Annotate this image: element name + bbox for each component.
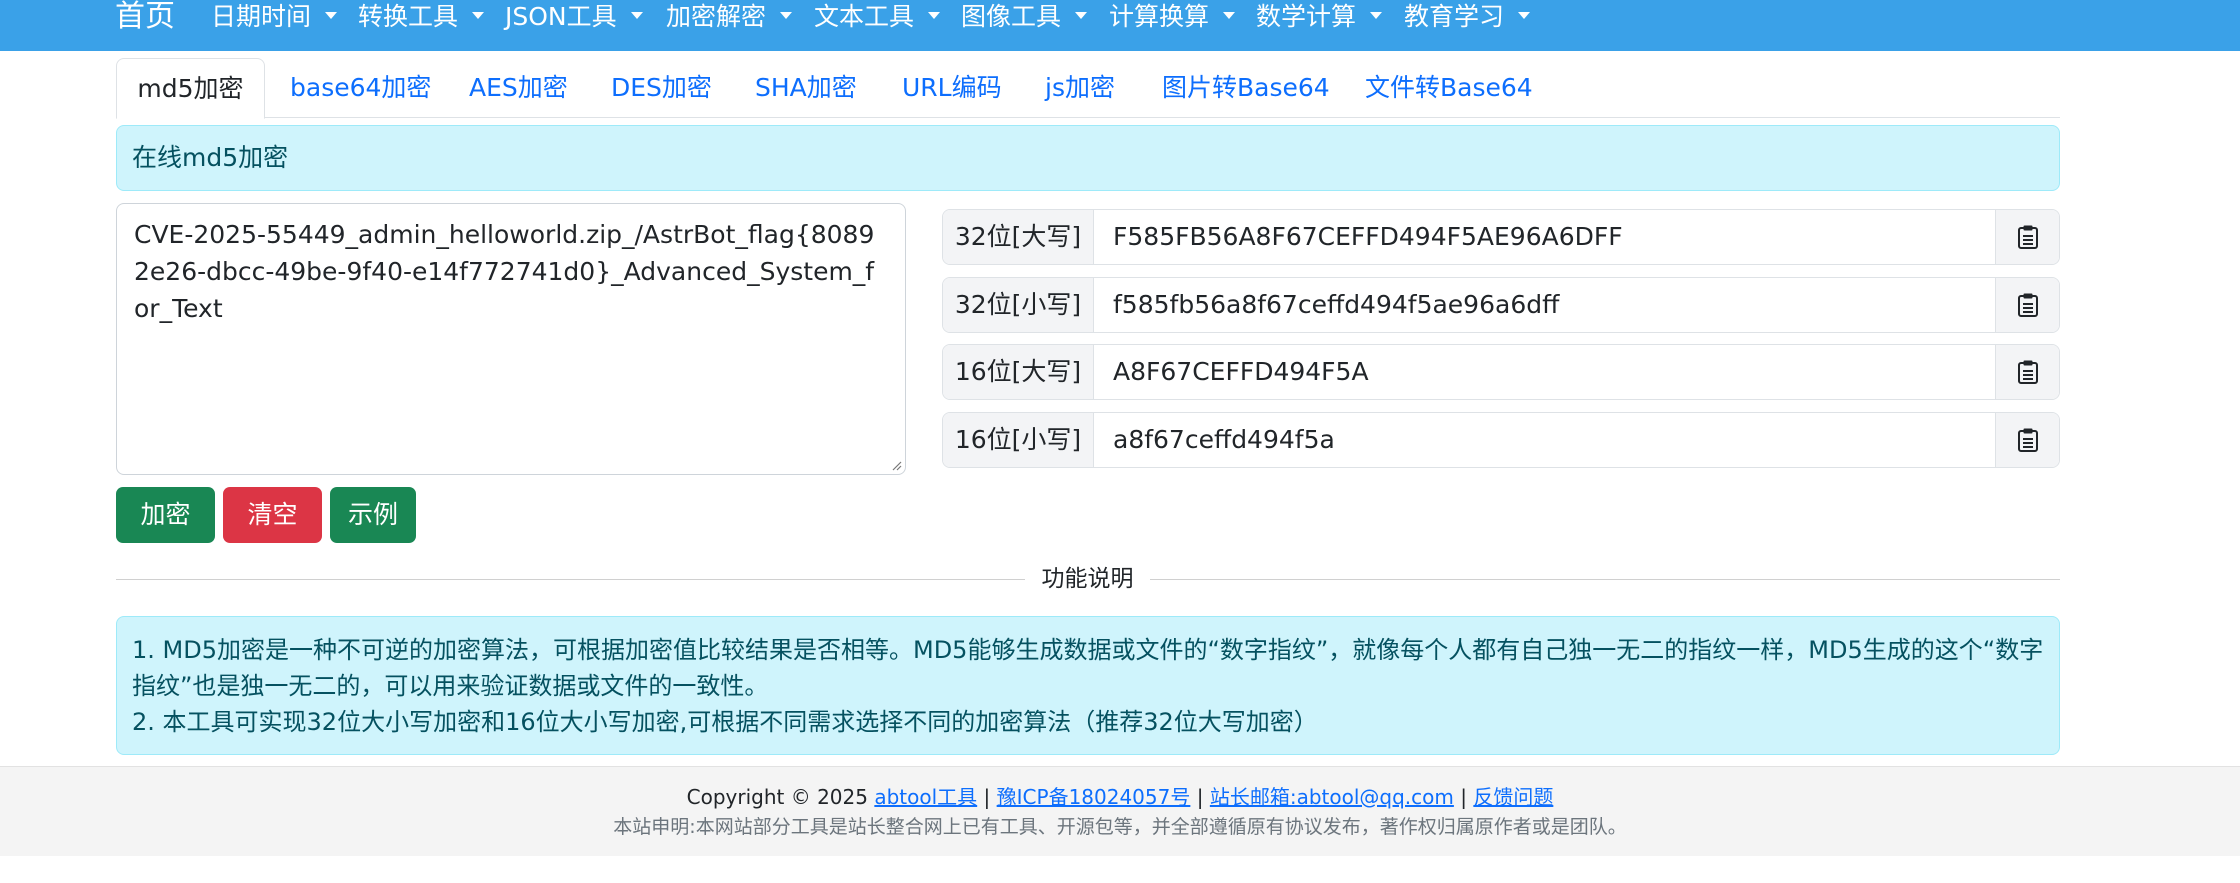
page-title: 在线md5加密 xyxy=(116,125,2060,191)
nav-menu-label: 教育学习 xyxy=(1404,2,1505,31)
nav-menu-text[interactable]: 文本工具 xyxy=(814,0,941,34)
nav-home-link[interactable]: 首页 xyxy=(115,0,175,34)
result-row-32-lower: 32位[小写] f585fb56a8f67ceffd494f5ae96a6dff xyxy=(942,277,2060,333)
tab-sha[interactable]: SHA加密 xyxy=(755,58,857,118)
description-line: 2. 本工具可实现32位大小写加密和16位大小写加密,可根据不同需求选择不同的加… xyxy=(132,708,1318,736)
nav-menu-label: JSON工具 xyxy=(505,2,617,31)
result-value-field[interactable]: A8F67CEFFD494F5A xyxy=(1113,345,1369,399)
description-line: 1. MD5加密是一种不可逆的加密算法，可根据加密值比较结果是否相等。MD5能够… xyxy=(132,636,2044,700)
site-link[interactable]: abtool工具 xyxy=(874,785,977,809)
clipboard-icon xyxy=(2017,428,2038,452)
nav-menu-crypto[interactable]: 加密解密 xyxy=(666,0,793,34)
result-value-field[interactable]: F585FB56A8F67CEFFD494F5AE96A6DFF xyxy=(1113,210,1623,264)
feedback-link[interactable]: 反馈问题 xyxy=(1473,785,1553,809)
nav-menu-convert[interactable]: 转换工具 xyxy=(358,0,485,34)
footer-links: Copyright © 2025 abtool工具 | 豫ICP备1802405… xyxy=(0,783,2240,811)
nav-menu-datetime[interactable]: 日期时间 xyxy=(211,0,338,34)
separator: | xyxy=(1196,785,1204,809)
footer-statement: 本站申明:本网站部分工具是站长整合网上已有工具、开源包等，并全部遵循原有协议发布… xyxy=(613,816,1627,838)
result-row-32-upper: 32位[大写] F585FB56A8F67CEFFD494F5AE96A6DFF xyxy=(942,209,2060,265)
tab-md5[interactable]: md5加密 xyxy=(116,58,265,119)
copy-button[interactable] xyxy=(1995,210,2059,264)
nav-menu-image[interactable]: 图像工具 xyxy=(961,0,1088,34)
caret-down-icon xyxy=(780,11,793,19)
copyright-text: Copyright © 2025 xyxy=(686,785,868,809)
tab-url-encode[interactable]: URL编码 xyxy=(902,58,1002,118)
tab-image-base64[interactable]: 图片转Base64 xyxy=(1162,58,1330,118)
crypto-tabs: md5加密 base64加密 AES加密 DES加密 SHA加密 URL编码 j… xyxy=(116,58,2060,119)
encrypt-button[interactable]: 加密 xyxy=(116,487,215,543)
nav-menu-calc[interactable]: 计算换算 xyxy=(1109,0,1236,34)
tab-file-base64[interactable]: 文件转Base64 xyxy=(1365,58,1533,118)
top-navbar: 首页 日期时间 转换工具 JSON工具 加密解密 文本工具 图像工具 计算换算 … xyxy=(0,0,2240,51)
tab-base64[interactable]: base64加密 xyxy=(290,58,431,118)
copy-button[interactable] xyxy=(1995,345,2059,399)
caret-down-icon xyxy=(1075,11,1088,19)
page-footer: Copyright © 2025 abtool工具 | 豫ICP备1802405… xyxy=(0,766,2240,856)
nav-menu-json[interactable]: JSON工具 xyxy=(505,0,643,34)
tab-aes[interactable]: AES加密 xyxy=(469,58,568,118)
nav-menu-label: 日期时间 xyxy=(211,2,312,31)
icp-link[interactable]: 豫ICP备18024057号 xyxy=(997,785,1191,809)
nav-menu-label: 图像工具 xyxy=(961,2,1062,31)
caret-down-icon xyxy=(1370,11,1383,19)
result-value-field[interactable]: f585fb56a8f67ceffd494f5ae96a6dff xyxy=(1113,278,1559,332)
clipboard-icon xyxy=(2017,293,2038,317)
separator: | xyxy=(983,785,991,809)
caret-down-icon xyxy=(1518,11,1531,19)
separator: | xyxy=(1460,785,1467,809)
nav-menu-label: 加密解密 xyxy=(666,2,767,31)
input-text: CVE-2025-55449_admin_helloworld.zip_/Ast… xyxy=(134,220,875,323)
tab-des[interactable]: DES加密 xyxy=(611,58,712,118)
caret-down-icon xyxy=(325,11,338,19)
caret-down-icon xyxy=(472,11,485,19)
result-label: 32位[大写] xyxy=(943,210,1094,264)
email-link[interactable]: 站长邮箱:abtool@qq.com xyxy=(1210,785,1454,809)
nav-menu-label: 文本工具 xyxy=(814,2,915,31)
result-label: 16位[大写] xyxy=(943,345,1094,399)
copy-button[interactable] xyxy=(1995,278,2059,332)
nav-menu-label: 数学计算 xyxy=(1256,2,1357,31)
nav-menu-math[interactable]: 数学计算 xyxy=(1256,0,1383,34)
result-label: 16位[小写] xyxy=(943,413,1094,467)
clipboard-icon xyxy=(2017,360,2038,384)
clear-button[interactable]: 清空 xyxy=(223,487,322,543)
caret-down-icon xyxy=(928,11,941,19)
result-row-16-upper: 16位[大写] A8F67CEFFD494F5A xyxy=(942,344,2060,400)
clipboard-icon xyxy=(2017,225,2038,249)
result-label: 32位[小写] xyxy=(943,278,1094,332)
section-heading: 功能说明 xyxy=(1025,560,1150,598)
resize-handle-icon[interactable] xyxy=(890,459,902,471)
result-row-16-lower: 16位[小写] a8f67ceffd494f5a xyxy=(942,412,2060,468)
result-value-field[interactable]: a8f67ceffd494f5a xyxy=(1113,413,1335,467)
feature-description: 1. MD5加密是一种不可逆的加密算法，可根据加密值比较结果是否相等。MD5能够… xyxy=(116,616,2060,755)
copy-button[interactable] xyxy=(1995,413,2059,467)
nav-menu-label: 计算换算 xyxy=(1109,2,1210,31)
nav-menu-education[interactable]: 教育学习 xyxy=(1404,0,1531,34)
caret-down-icon xyxy=(1223,11,1236,19)
caret-down-icon xyxy=(630,11,643,19)
example-button[interactable]: 示例 xyxy=(330,487,416,543)
tab-js-encrypt[interactable]: js加密 xyxy=(1045,58,1115,118)
nav-menu-label: 转换工具 xyxy=(358,2,459,31)
md5-input-textarea[interactable]: CVE-2025-55449_admin_helloworld.zip_/Ast… xyxy=(116,203,906,475)
